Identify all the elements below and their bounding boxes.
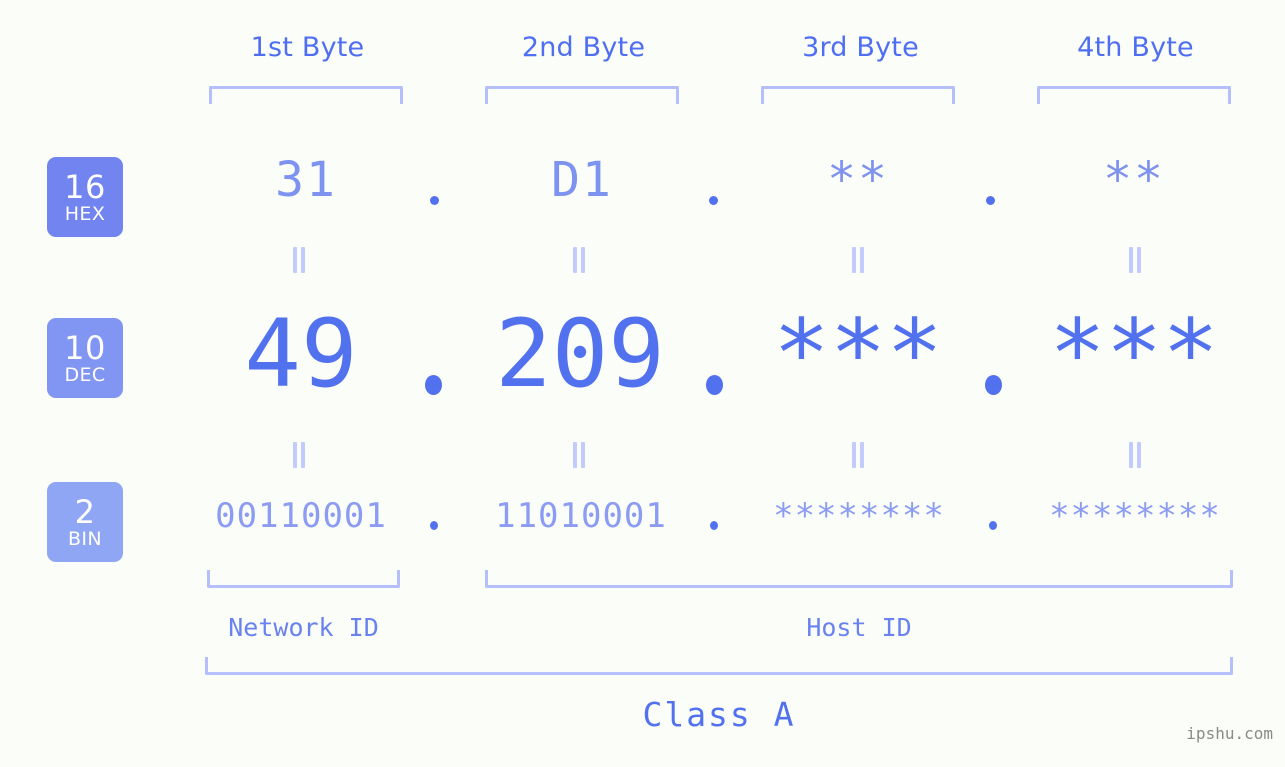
- equals-dec-bin-2: [572, 442, 586, 468]
- equals-dec-bin-1: [292, 442, 306, 468]
- class-label: Class A: [642, 695, 796, 734]
- byte-bracket-2: [485, 86, 679, 104]
- base-badge-bin: 2 BIN: [47, 482, 123, 562]
- base-badge-dec: 10 DEC: [47, 318, 123, 398]
- byte-bracket-1: [209, 86, 403, 104]
- hex-byte-4: **: [1103, 152, 1165, 208]
- bin-separator-2: [710, 521, 718, 530]
- equals-hex-dec-4: [1128, 247, 1142, 273]
- host-id-bracket: [485, 570, 1233, 588]
- base-badge-hex-number: 16: [64, 167, 106, 206]
- dec-separator-1: [425, 375, 442, 395]
- class-bracket: [205, 657, 1233, 675]
- equals-dec-bin-3: [851, 442, 865, 468]
- network-id-bracket: [207, 570, 400, 588]
- equals-hex-dec-2: [572, 247, 586, 273]
- base-badge-hex: 16 HEX: [47, 157, 123, 237]
- base-badge-hex-name: HEX: [64, 202, 106, 225]
- network-id-label: Network ID: [228, 613, 379, 642]
- hex-separator-1: [430, 196, 439, 205]
- dec-separator-3: [985, 375, 1002, 395]
- site-watermark: ipshu.com: [1186, 724, 1273, 743]
- dec-separator-2: [706, 375, 723, 395]
- bin-separator-1: [430, 521, 438, 530]
- ip-breakdown-diagram: 1st Byte 2nd Byte 3rd Byte 4th Byte 16 H…: [0, 0, 1285, 767]
- dec-byte-3: ***: [773, 300, 943, 409]
- byte-bracket-3: [761, 86, 955, 104]
- hex-byte-3: **: [827, 152, 889, 208]
- bin-byte-4: ********: [1049, 496, 1221, 536]
- hex-byte-1: 31: [275, 152, 337, 208]
- base-badge-dec-number: 10: [64, 328, 106, 367]
- host-id-label: Host ID: [806, 613, 912, 642]
- bin-byte-2: 11010001: [495, 496, 667, 536]
- base-badge-dec-name: DEC: [64, 363, 106, 386]
- bin-byte-3: ********: [773, 496, 945, 536]
- byte-header-3: 3rd Byte: [802, 32, 919, 63]
- byte-header-4: 4th Byte: [1077, 32, 1194, 63]
- dec-byte-1: 49: [244, 300, 358, 409]
- byte-bracket-4: [1037, 86, 1231, 104]
- bin-separator-3: [989, 521, 997, 530]
- equals-hex-dec-3: [851, 247, 865, 273]
- hex-byte-2: D1: [551, 152, 613, 208]
- hex-separator-3: [986, 196, 995, 205]
- hex-separator-2: [709, 196, 718, 205]
- base-badge-bin-number: 2: [74, 492, 96, 531]
- byte-header-2: 2nd Byte: [521, 32, 646, 63]
- base-badge-bin-name: BIN: [67, 527, 103, 550]
- byte-header-1: 1st Byte: [250, 32, 365, 63]
- equals-hex-dec-1: [292, 247, 306, 273]
- equals-dec-bin-4: [1128, 442, 1142, 468]
- dec-byte-2: 209: [495, 300, 665, 409]
- bin-byte-1: 00110001: [215, 496, 387, 536]
- dec-byte-4: ***: [1049, 300, 1219, 409]
